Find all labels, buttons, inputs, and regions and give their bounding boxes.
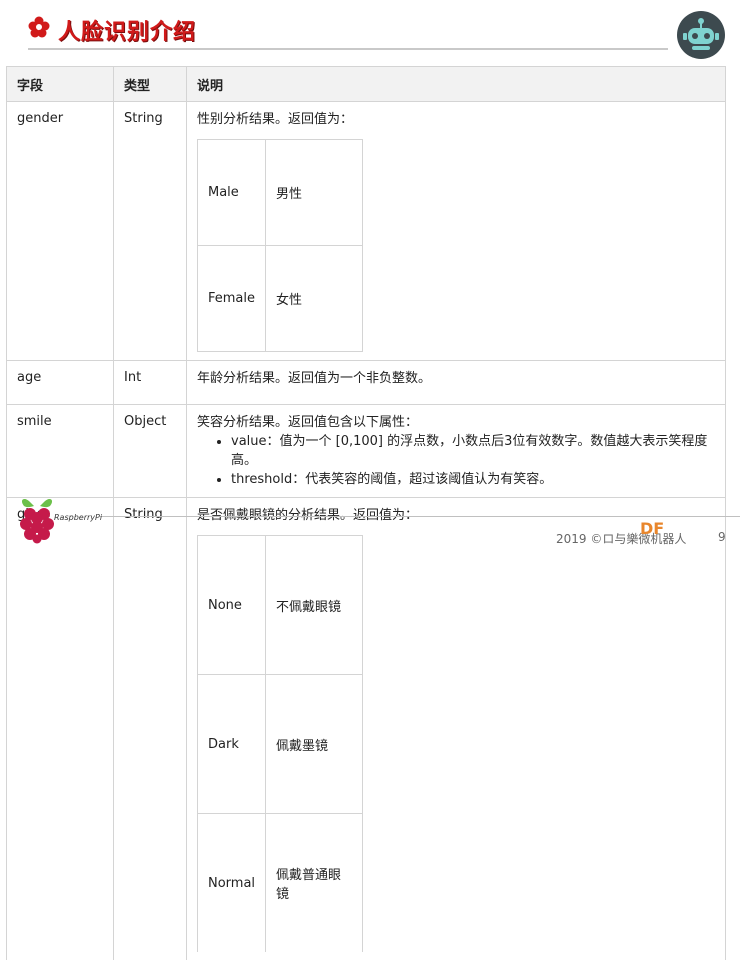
footer-divider xyxy=(100,516,740,517)
value-meaning: 佩戴墨镜 xyxy=(266,675,363,814)
robot-logo-icon xyxy=(676,10,726,60)
header-type: 类型 xyxy=(114,67,187,102)
attribute-list: value：值为一个 [0,100] 的浮点数，小数点后3位有效数字。数值越大表… xyxy=(197,432,715,489)
value-table: None 不佩戴眼镜 Dark 佩戴墨镜 Normal 佩戴普通眼镜 xyxy=(197,535,363,952)
value-meaning: 男性 xyxy=(266,140,363,246)
field-description: 性别分析结果。返回值为： Male 男性 Female 女性 xyxy=(187,102,726,361)
table-row: glass String 是否佩戴眼镜的分析结果。返回值为： None 不佩戴眼… xyxy=(7,498,726,960)
table-row: age Int 年龄分析结果。返回值为一个非负整数。 xyxy=(7,361,726,405)
description-text: 性别分析结果。返回值为： xyxy=(197,111,715,129)
attribute-item: threshold：代表笑容的阈值，超过该阈值认为有笑容。 xyxy=(231,470,715,489)
table-header-row: 字段 类型 说明 xyxy=(7,67,726,102)
value-key: Normal xyxy=(198,814,266,953)
field-description: 年龄分析结果。返回值为一个非负整数。 xyxy=(187,361,726,405)
page-title: 人脸识别介绍 xyxy=(58,14,196,46)
header-field: 字段 xyxy=(7,67,114,102)
value-key: Female xyxy=(198,246,266,352)
table-row: smile Object 笑容分析结果。返回值包含以下属性： value：值为一… xyxy=(7,405,726,498)
footer-copyright: 2019 ©ロ与樂微机器人 xyxy=(556,530,686,547)
value-row: None 不佩戴眼镜 xyxy=(198,536,363,675)
value-meaning: 女性 xyxy=(266,246,363,352)
field-type: String xyxy=(114,498,187,960)
value-meaning: 不佩戴眼镜 xyxy=(266,536,363,675)
value-row: Dark 佩戴墨镜 xyxy=(198,675,363,814)
df-brand-logo: DF xyxy=(640,519,664,538)
flower-icon xyxy=(28,16,50,38)
value-key: Dark xyxy=(198,675,266,814)
title-bar: 人脸识别介绍 xyxy=(0,0,749,60)
field-type: Int xyxy=(114,361,187,405)
field-name: smile xyxy=(7,405,114,498)
value-key: Male xyxy=(198,140,266,246)
field-name: glass xyxy=(7,498,114,960)
table-row: gender String 性别分析结果。返回值为： Male 男性 Femal… xyxy=(7,102,726,361)
field-name: gender xyxy=(7,102,114,361)
title-divider xyxy=(28,48,668,50)
value-meaning: 佩戴普通眼镜 xyxy=(266,814,363,953)
raspberry-pi-wordmark: RaspberryPi xyxy=(54,513,102,522)
field-name: age xyxy=(7,361,114,405)
field-type: Object xyxy=(114,405,187,498)
header-description: 说明 xyxy=(187,67,726,102)
page-number: 9 xyxy=(718,530,726,544)
value-key: None xyxy=(198,536,266,675)
description-text: 笑容分析结果。返回值包含以下属性： xyxy=(197,414,715,432)
field-type: String xyxy=(114,102,187,361)
fields-table: 字段 类型 说明 gender String 性别分析结果。返回值为： Male… xyxy=(6,66,726,960)
field-description: 是否佩戴眼镜的分析结果。返回值为： None 不佩戴眼镜 Dark 佩戴墨镜 N… xyxy=(187,498,726,960)
value-row: Normal 佩戴普通眼镜 xyxy=(198,814,363,953)
value-row: Male 男性 xyxy=(198,140,363,246)
attribute-item: value：值为一个 [0,100] 的浮点数，小数点后3位有效数字。数值越大表… xyxy=(231,432,715,470)
field-description: 笑容分析结果。返回值包含以下属性： value：值为一个 [0,100] 的浮点… xyxy=(187,405,726,498)
raspberry-pi-logo-icon xyxy=(16,494,58,544)
value-table: Male 男性 Female 女性 xyxy=(197,139,363,352)
description-text: 年龄分析结果。返回值为一个非负整数。 xyxy=(197,370,715,388)
value-row: Female 女性 xyxy=(198,246,363,352)
